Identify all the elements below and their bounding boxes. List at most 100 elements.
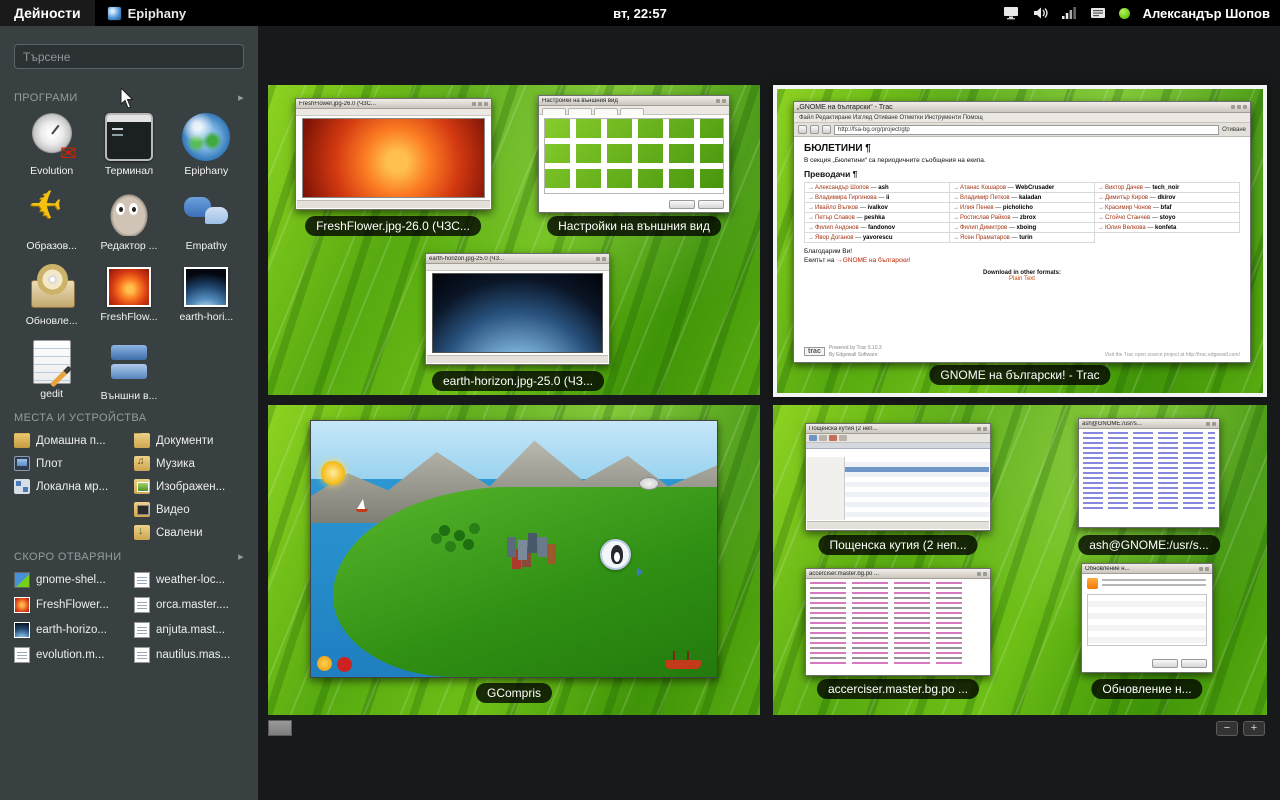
network-signal-icon[interactable] — [1061, 6, 1077, 20]
window-po-editor[interactable]: accerciser.master.bg.po ... — [805, 568, 991, 676]
window-gcompris[interactable] — [310, 420, 718, 678]
recent-item[interactable]: gnome-shel... — [14, 572, 124, 588]
gcompris-penguin-icon[interactable] — [600, 539, 631, 570]
window-update-manager[interactable]: Обновление н... — [1081, 563, 1213, 673]
translator-name-link: Стойчо Станчев — [1098, 215, 1150, 221]
window-browser-trac[interactable]: „GNOME на български“ - Trac Файл Редакти… — [793, 101, 1251, 363]
place-item[interactable]: Музика — [134, 456, 244, 471]
translator-cell: Владимир Петковkaladan — [950, 193, 1095, 203]
window-freshflower-gimp[interactable]: FreshFlower.jpg-26.0 (ЧЗС... — [295, 98, 492, 210]
translator-nick: kaladan — [1010, 195, 1042, 201]
settings-tab — [620, 108, 644, 115]
window-button — [722, 99, 726, 103]
translator-nick: ivalkov — [858, 205, 888, 211]
translator-nick: peshka — [855, 215, 885, 221]
recent-item[interactable]: nautilus.mas... — [134, 647, 244, 663]
app-launcher[interactable]: Evolution — [14, 113, 89, 177]
window-appearance-settings[interactable]: Настройки на външния вид — [538, 95, 730, 213]
place-icon — [134, 433, 150, 448]
search-input[interactable] — [14, 44, 244, 69]
translator-cell: Александър Шоповash — [805, 183, 950, 193]
place-item[interactable]: Локална мр... — [14, 479, 124, 494]
wallpaper-thumbnails-grid — [544, 118, 724, 194]
programs-expand-icon[interactable]: ▸ — [238, 91, 244, 104]
app-launcher[interactable]: Обновле... — [14, 263, 89, 327]
window-label: Обновление н... — [1091, 679, 1202, 699]
recent-item[interactable]: FreshFlower... — [14, 597, 124, 613]
window-label: GCompris — [476, 683, 552, 703]
remove-workspace-button[interactable]: − — [1216, 721, 1238, 736]
window-earth-horizon[interactable]: earth-horizon.jpg-25.0 (ЧЗ... — [425, 253, 610, 365]
workspace-3[interactable]: GCompris — [268, 405, 760, 715]
translator-cell: Красимир Чоновbfaf — [1095, 203, 1240, 213]
place-item[interactable]: Домашна п... — [14, 433, 124, 448]
volume-icon[interactable] — [1032, 6, 1048, 20]
workspace-2-active[interactable]: „GNOME на български“ - Trac Файл Редакти… — [773, 85, 1267, 397]
window-title-bar: Обновление н... — [1082, 564, 1212, 574]
app-label: Терминал — [105, 165, 153, 177]
browser-page-content: БЮЛЕТИНИ ¶ В секция „Бюлетини“ са период… — [795, 138, 1249, 361]
clock[interactable]: вт, 22:57 — [613, 6, 667, 21]
programs-section-header: ПРОГРАМИ ▸ — [14, 91, 244, 104]
app-launcher[interactable]: gedit — [14, 338, 89, 402]
translator-name-link: Илия Пенев — [953, 205, 994, 211]
app-launcher[interactable]: Empathy — [169, 188, 244, 252]
app-launcher[interactable]: FreshFlow... — [91, 263, 166, 327]
translator-nick: ii — [877, 195, 890, 201]
window-button — [983, 427, 987, 431]
app-launcher[interactable]: Терминал — [91, 113, 166, 177]
minimize-button — [1231, 105, 1235, 109]
recent-item[interactable]: weather-loc... — [134, 572, 244, 588]
translator-name-link: Димитър Киров — [1098, 195, 1148, 201]
dialog-button — [669, 200, 695, 209]
recent-item[interactable]: anjuta.mast... — [134, 622, 244, 638]
display-icon[interactable] — [1003, 6, 1019, 20]
app-launcher[interactable]: Epiphany — [169, 113, 244, 177]
translator-nick: WebCrusader — [1006, 185, 1054, 191]
translator-nick: yavorescu — [854, 235, 893, 241]
recent-file-icon — [14, 597, 30, 613]
places-section-header: МЕСТА И УСТРОЙСТВА — [14, 412, 244, 424]
window-terminal[interactable]: ash@GNOME:/usr/s... — [1078, 418, 1220, 528]
translator-name-link: Ростислав Райков — [953, 215, 1011, 221]
toolbar-icon — [839, 435, 847, 441]
workspace-1[interactable]: FreshFlower.jpg-26.0 (ЧЗС... FreshFlower… — [268, 85, 760, 395]
trac-logo: trac — [804, 347, 825, 356]
recent-expand-icon[interactable]: ▸ — [238, 550, 244, 563]
window-title-bar: ash@GNOME:/usr/s... — [1079, 419, 1219, 429]
place-item[interactable]: Документи — [134, 433, 244, 448]
app-icon — [105, 188, 153, 236]
translator-cell: Ясен Праматаровturin — [950, 233, 1095, 243]
places-list: Домашна п... Плот Локална мр... Документ… — [14, 433, 244, 540]
recent-item[interactable]: evolution.m... — [14, 647, 124, 663]
translator-cell: Филип Андоновfandonov — [805, 223, 950, 233]
add-workspace-button[interactable]: + — [1243, 721, 1265, 736]
place-item[interactable]: Плот — [14, 456, 124, 471]
window-title-bar: accerciser.master.bg.po ... — [806, 569, 990, 579]
window-evolution-mail[interactable]: Пощенска кутия (2 неп... — [805, 423, 991, 531]
app-launcher[interactable]: Външни в... — [91, 338, 166, 402]
place-item[interactable]: Изображен... — [134, 479, 244, 494]
window-title: Настройки на външния вид — [542, 98, 714, 104]
app-launcher[interactable]: Редактор ... — [91, 188, 166, 252]
app-launcher[interactable]: earth-hori... — [169, 263, 244, 327]
app-menu[interactable]: Epiphany — [95, 0, 199, 26]
forward-button — [810, 125, 819, 134]
recent-item[interactable]: orca.master.... — [134, 597, 244, 613]
activities-button[interactable]: Дейности — [0, 0, 95, 26]
place-item[interactable]: Видео — [134, 502, 244, 517]
new-workspace-dropzone[interactable] — [268, 720, 292, 736]
app-label: Epiphany — [184, 165, 228, 177]
settings-tab-strip — [539, 106, 729, 115]
user-menu[interactable]: Александър Шопов — [1143, 6, 1270, 21]
app-icon — [182, 113, 230, 161]
workspace-4[interactable]: Пощенска кутия (2 неп... Пощенска кутия … — [773, 405, 1267, 715]
keyboard-icon[interactable] — [1090, 6, 1106, 20]
recent-item[interactable]: earth-horizo... — [14, 622, 124, 638]
app-launcher[interactable]: Образов... — [14, 188, 89, 252]
window-menu-bar — [426, 264, 609, 271]
translator-nick: stoyo — [1150, 215, 1175, 221]
dialog-buttons — [669, 200, 724, 209]
translator-cell: Ивайло Вълковivalkov — [805, 203, 950, 213]
place-item[interactable]: Свалени — [134, 525, 244, 540]
